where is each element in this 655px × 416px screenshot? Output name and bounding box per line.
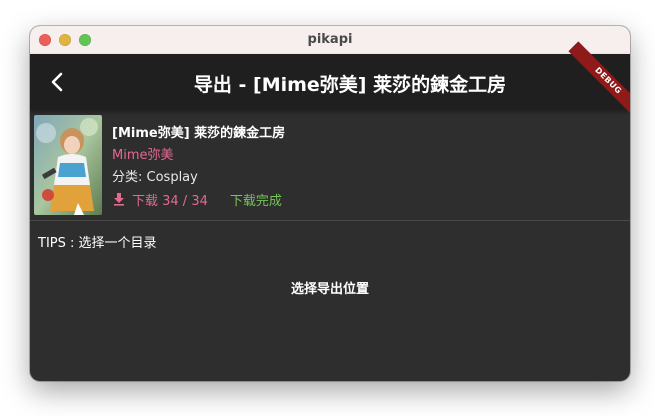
comic-cover-image[interactable] — [34, 115, 102, 215]
window-titlebar: pikapi — [30, 26, 630, 55]
app-window: pikapi 导出 - [Mime弥美] 莱莎的鍊金工房 DEBUG [Mime… — [30, 26, 630, 381]
tips-text: TIPS : 选择一个目录 — [38, 236, 157, 251]
download-status: 下载完成 — [229, 193, 282, 209]
select-export-location-button[interactable]: 选择导出位置 — [280, 278, 380, 298]
back-arrow-icon — [51, 72, 63, 92]
comic-info-card[interactable]: [Mime弥美] 莱莎的鍊金工房 Mime弥美 分类: Cosplay 下载 3… — [30, 112, 630, 221]
page-title: 导出 - [Mime弥美] 莱莎的鍊金工房 — [193, 74, 507, 96]
cover-image — [34, 115, 102, 215]
comic-details: [Mime弥美] 莱莎的鍊金工房 Mime弥美 分类: Cosplay 下载 3… — [112, 122, 620, 210]
window-title: pikapi — [307, 32, 353, 47]
back-button[interactable] — [38, 62, 78, 102]
download-icon — [112, 192, 126, 206]
comic-category: 分类: Cosplay — [112, 170, 198, 185]
download-progress: 下载 34 / 34 — [132, 193, 208, 209]
comic-author[interactable]: Mime弥美 — [112, 144, 620, 166]
comic-title: [Mime弥美] 莱莎的鍊金工房 — [112, 126, 286, 141]
download-row: 下载 34 / 34 下载完成 — [112, 188, 620, 210]
app-bar: 导出 - [Mime弥美] 莱莎的鍊金工房 — [30, 54, 630, 110]
